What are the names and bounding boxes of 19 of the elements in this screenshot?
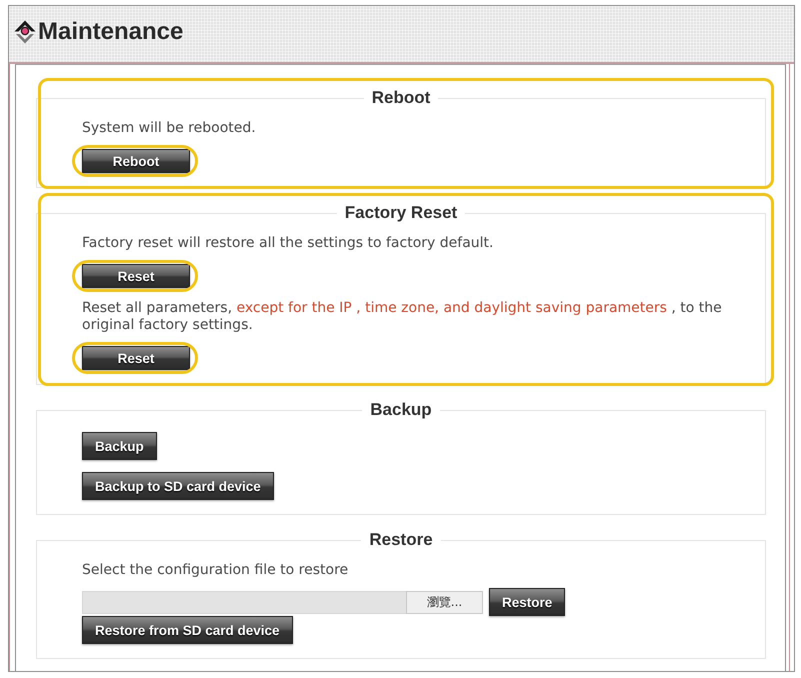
reset-button[interactable]: Reset	[82, 264, 190, 288]
browse-button[interactable]: 瀏覽...	[406, 590, 483, 614]
logo-icon	[14, 20, 36, 44]
reboot-button[interactable]: Reboot	[82, 149, 190, 173]
restore-button[interactable]: Restore	[489, 588, 566, 616]
reset-note: Factory reset will restore all the settings to factory default.	[82, 235, 494, 252]
file-path-field[interactable]	[82, 590, 406, 614]
reboot-note: System will be rebooted.	[82, 120, 256, 137]
section-title: Factory Reset	[344, 203, 458, 223]
sd-card-restore-button[interactable]: Restore from SD card device	[82, 616, 293, 644]
backup-button[interactable]: Backup	[82, 432, 157, 460]
page-title: Maintenance	[38, 18, 184, 46]
reset-button[interactable]: Reset	[82, 346, 190, 370]
section-title: Restore	[368, 530, 434, 550]
section-title: Reboot	[370, 88, 432, 108]
reset-note: Reset all parameters, except for the IP , time zone, and daylight saving parameters , to the original factory settings.	[82, 300, 723, 334]
section-title: Backup	[369, 400, 433, 420]
restore-instruction: Select the configuration file to restore	[82, 562, 348, 579]
sd-card-backup-button[interactable]: Backup to SD card device	[82, 472, 274, 500]
